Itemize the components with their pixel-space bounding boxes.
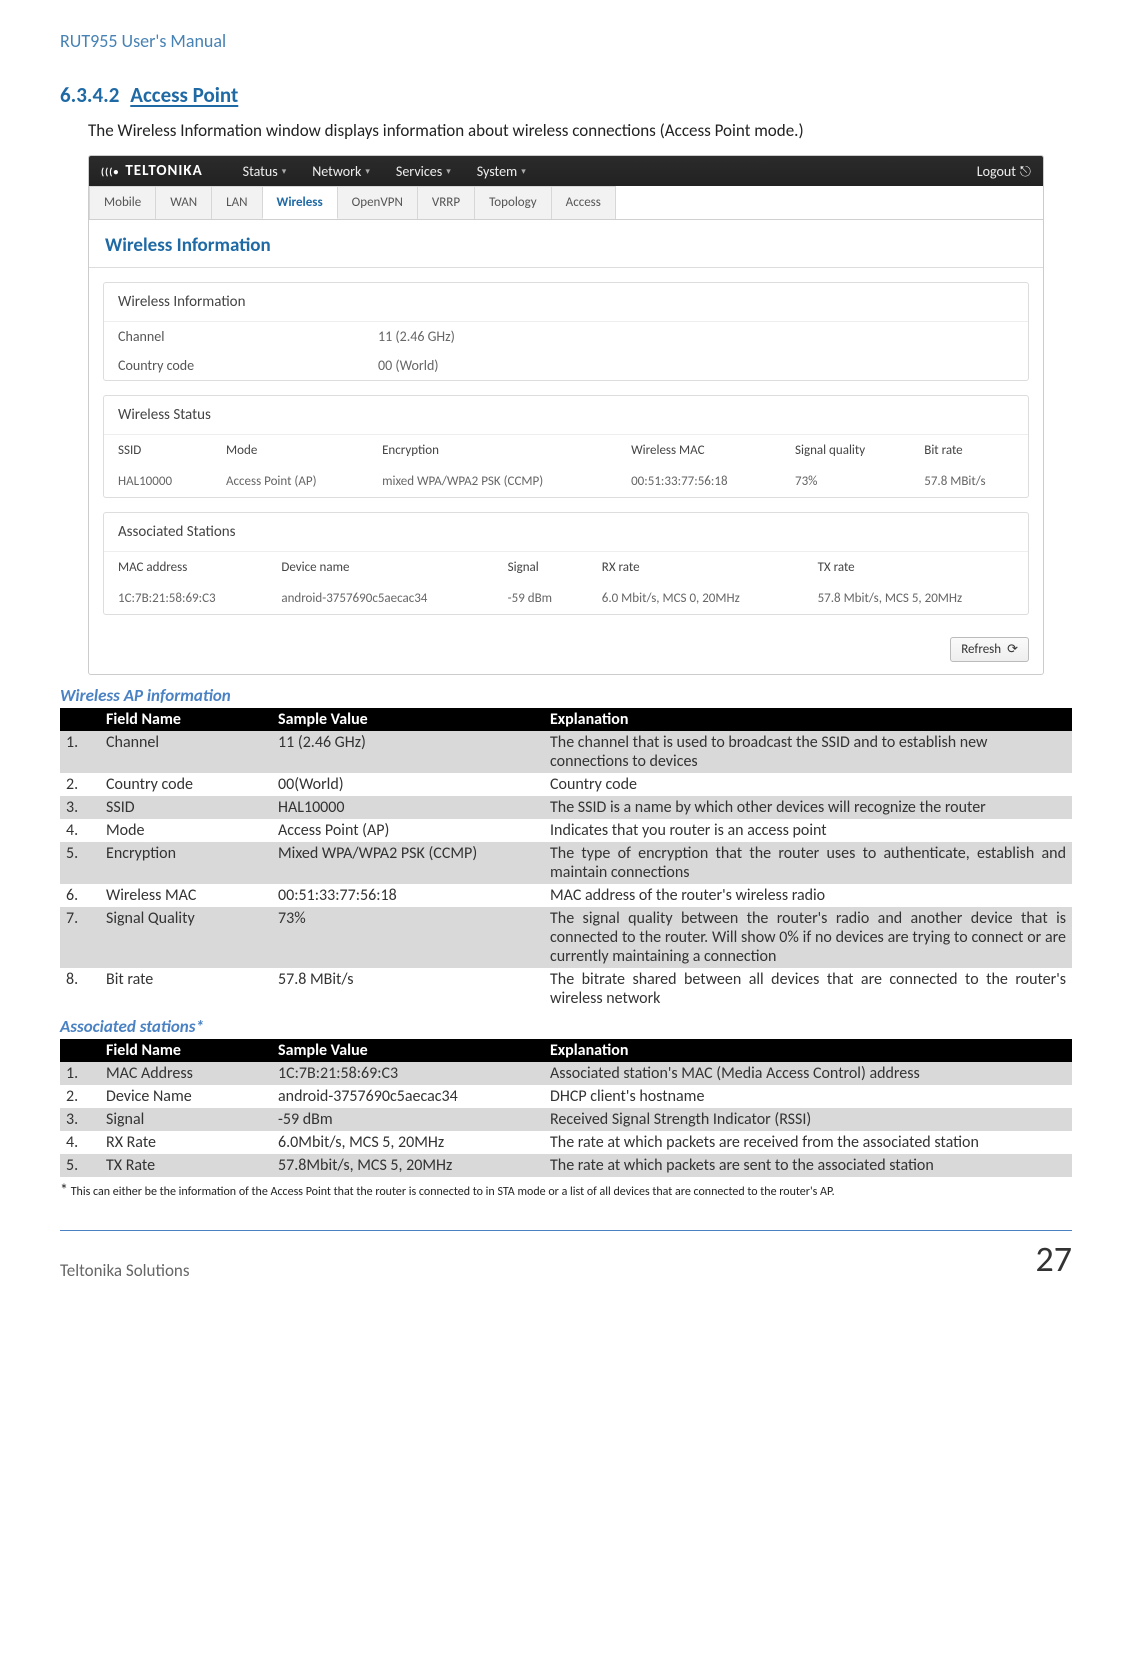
tab-vrrp[interactable]: VRRP: [417, 186, 475, 219]
wireless-info-card: Wireless Information Channel 11 (2.46 GH…: [103, 282, 1029, 381]
brand-text: TELTONIKA: [125, 162, 202, 180]
ap-info-table: Field Name Sample Value Explanation 1.Ch…: [60, 708, 1072, 1010]
table-row: 7.Signal Quality73%The signal quality be…: [60, 907, 1072, 968]
tab-lan[interactable]: LAN: [211, 186, 262, 219]
table-row: 1.Channel11 (2.46 GHz)The channel that i…: [60, 731, 1072, 773]
col-devicename: Device name: [267, 552, 493, 583]
info-key: Channel: [118, 328, 378, 345]
as-heading: Associated stations*: [60, 1016, 1072, 1037]
screenshot-panel: (((• TELTONIKA Status▾ Network▾ Services…: [88, 155, 1044, 675]
assoc-row: 1C:7B:21:58:69:C3 android-3757690c5aecac…: [104, 583, 1028, 614]
info-row-country: Country code 00 (World): [104, 351, 1028, 380]
chevron-down-icon: ▾: [446, 166, 451, 177]
col-rxrate: RX rate: [588, 552, 804, 583]
info-value: 11 (2.46 GHz): [378, 328, 455, 345]
page-number: 27: [1036, 1237, 1073, 1281]
col-bitrate: Bit rate: [910, 435, 1028, 466]
card-title-assoc: Associated Stations: [104, 513, 1028, 552]
card-title-info: Wireless Information: [104, 283, 1028, 322]
col-ssid: SSID: [104, 435, 212, 466]
footer-text: Teltonika Solutions: [60, 1260, 190, 1281]
col-blank: [60, 1039, 100, 1062]
col-signal: Signal: [494, 552, 588, 583]
col-field: Field Name: [100, 708, 272, 731]
brand-logo: (((• TELTONIKA: [101, 162, 203, 180]
logout-link[interactable]: Logout ⎋: [977, 163, 1031, 180]
col-sample: Sample Value: [272, 1039, 544, 1062]
col-explanation: Explanation: [544, 708, 1072, 731]
info-row-channel: Channel 11 (2.46 GHz): [104, 322, 1028, 351]
col-mac: Wireless MAC: [617, 435, 781, 466]
info-key: Country code: [118, 357, 378, 374]
table-row: 6.Wireless MAC00:51:33:77:56:18MAC addre…: [60, 884, 1072, 907]
app-topbar: (((• TELTONIKA Status▾ Network▾ Services…: [89, 156, 1043, 186]
doc-header: RUT955 User's Manual: [60, 30, 1072, 52]
intro-paragraph: The Wireless Information window displays…: [88, 120, 1072, 141]
col-mac: MAC address: [104, 552, 267, 583]
assoc-info-table: Field Name Sample Value Explanation 1.MA…: [60, 1039, 1072, 1177]
nav-network[interactable]: Network▾: [312, 163, 370, 180]
tab-topology[interactable]: Topology: [474, 186, 552, 219]
refresh-row: Refresh ⟳: [89, 629, 1043, 674]
table-row: 4.ModeAccess Point (AP)Indicates that yo…: [60, 819, 1072, 842]
table-row: 3.SSIDHAL10000The SSID is a name by whic…: [60, 796, 1072, 819]
nav-services[interactable]: Services▾: [396, 163, 451, 180]
nav-system[interactable]: System▾: [477, 163, 526, 180]
card-title-status: Wireless Status: [104, 396, 1028, 435]
chevron-down-icon: ▾: [282, 166, 287, 177]
footnote: * This can either be the information of …: [60, 1181, 1072, 1200]
info-value: 00 (World): [378, 357, 439, 374]
table-row: 5.TX Rate57.8Mbit/s, MCS 5, 20MHzThe rat…: [60, 1154, 1072, 1177]
section-title: Access Point: [130, 82, 238, 108]
status-table: SSID Mode Encryption Wireless MAC Signal…: [104, 435, 1028, 497]
logo-icon: (((•: [101, 165, 119, 178]
tab-wan[interactable]: WAN: [155, 186, 212, 219]
status-row: HAL10000 Access Point (AP) mixed WPA/WPA…: [104, 466, 1028, 497]
tab-openvpn[interactable]: OpenVPN: [337, 186, 418, 219]
table-row: 1.MAC Address1C:7B:21:58:69:C3Associated…: [60, 1062, 1072, 1085]
refresh-icon: ⟳: [1007, 642, 1018, 657]
col-blank: [60, 708, 100, 731]
table-row: 3.Signal-59 dBmReceived Signal Strength …: [60, 1108, 1072, 1131]
tab-wireless[interactable]: Wireless: [262, 186, 338, 219]
nav-status[interactable]: Status▾: [243, 163, 287, 180]
col-mode: Mode: [212, 435, 368, 466]
page-footer: Teltonika Solutions 27: [60, 1230, 1072, 1281]
table-row: 2.Device Nameandroid-3757690c5aecac34DHC…: [60, 1085, 1072, 1108]
col-sample: Sample Value: [272, 708, 544, 731]
col-signal: Signal quality: [781, 435, 910, 466]
refresh-label: Refresh: [961, 642, 1001, 657]
col-field: Field Name: [100, 1039, 272, 1062]
wireless-status-card: Wireless Status SSID Mode Encryption Wir…: [103, 395, 1029, 498]
sub-tabs: Mobile WAN LAN Wireless OpenVPN VRRP Top…: [89, 186, 1043, 220]
table-row: 8.Bit rate57.8 MBit/sThe bitrate shared …: [60, 968, 1072, 1010]
table-row: 2.Country code00(World)Country code: [60, 773, 1072, 796]
tab-mobile[interactable]: Mobile: [89, 186, 156, 219]
table-row: 4.RX Rate6.0Mbit/s, MCS 5, 20MHzThe rate…: [60, 1131, 1072, 1154]
chevron-down-icon: ▾: [365, 166, 370, 177]
col-txrate: TX rate: [804, 552, 1028, 583]
ap-heading: Wireless AP information: [60, 685, 1072, 706]
chevron-down-icon: ▾: [521, 166, 526, 177]
logout-icon: ⎋: [1020, 163, 1031, 180]
panel-title: Wireless Information: [89, 220, 1043, 268]
associated-stations-card: Associated Stations MAC address Device n…: [103, 512, 1029, 615]
main-nav: Status▾ Network▾ Services▾ System▾: [243, 163, 977, 180]
assoc-table: MAC address Device name Signal RX rate T…: [104, 552, 1028, 614]
col-explanation: Explanation: [544, 1039, 1072, 1062]
table-row: 5.EncryptionMixed WPA/WPA2 PSK (CCMP)The…: [60, 842, 1072, 884]
tab-access[interactable]: Access: [551, 186, 616, 219]
col-encryption: Encryption: [368, 435, 617, 466]
refresh-button[interactable]: Refresh ⟳: [950, 637, 1029, 662]
section-number: 6.3.4.2: [60, 82, 119, 108]
